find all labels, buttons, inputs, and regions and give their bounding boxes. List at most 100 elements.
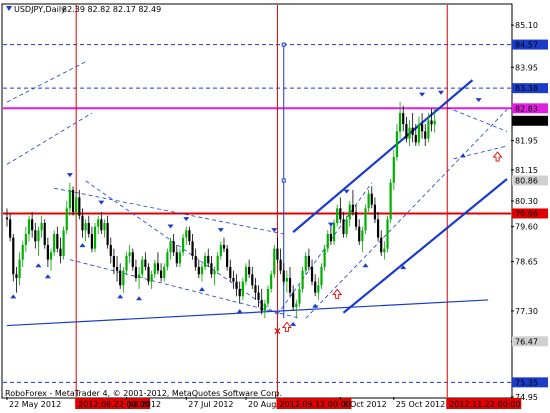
candle-body	[222, 244, 226, 249]
candle-body	[78, 197, 81, 216]
candle-body	[424, 131, 427, 139]
candle-body	[122, 270, 125, 286]
y-tick-label: 80.30	[515, 197, 538, 206]
candle-body	[125, 255, 128, 271]
candle-body	[263, 303, 266, 311]
candle-body	[248, 266, 251, 275]
candle-body	[358, 226, 361, 242]
candle-body	[304, 255, 307, 271]
candle-body	[235, 281, 238, 289]
chart-background	[0, 0, 550, 413]
candle-body	[320, 266, 323, 286]
candle-body	[37, 230, 40, 242]
candle-body	[427, 120, 430, 139]
candle-body	[128, 252, 131, 256]
candle-body	[398, 113, 402, 132]
candle-body	[317, 285, 320, 293]
price-label: 76.47	[515, 337, 538, 346]
candle-body	[109, 244, 112, 256]
candle-body	[229, 266, 232, 278]
candle-body	[188, 230, 191, 242]
candle-body	[68, 190, 71, 209]
candle-body	[207, 255, 210, 264]
candle-body	[194, 255, 197, 267]
y-tick-label: 77.30	[515, 307, 538, 316]
candle-body	[147, 266, 150, 282]
candle-body	[364, 208, 367, 231]
candle-body	[141, 259, 144, 275]
candle-body	[119, 270, 122, 286]
candle-body	[266, 288, 270, 304]
y-tick-label: 81.95	[515, 137, 538, 146]
candle-body	[144, 259, 147, 267]
candle-body	[46, 244, 49, 260]
candle-body	[345, 219, 348, 234]
y-tick-label: 85.10	[515, 21, 538, 30]
candle-body	[21, 244, 24, 260]
candle-body	[178, 252, 182, 264]
candle-body	[417, 124, 421, 143]
y-tick-label: 81.15	[515, 166, 538, 175]
candle-body	[354, 211, 358, 227]
candle-body	[226, 248, 229, 267]
candle-body	[351, 204, 355, 212]
candle-body	[71, 190, 75, 212]
candle-body	[395, 131, 399, 158]
candle-body	[326, 233, 329, 249]
x-tick-label: 3 Oct 2012	[342, 400, 386, 409]
candle-body	[27, 219, 31, 234]
candle-body	[219, 244, 222, 256]
candle-body	[336, 208, 339, 223]
candle-body	[191, 241, 194, 256]
candle-body	[156, 263, 160, 271]
candle-body	[254, 285, 257, 293]
candle-body	[251, 274, 254, 286]
candle-body	[65, 208, 68, 231]
candle-body	[81, 215, 84, 231]
candle-body	[389, 182, 392, 220]
candle-body	[238, 288, 241, 297]
candle-body	[405, 124, 408, 139]
chart-header: USDJPY,Daily 82.39 82.82 82.17 82.49	[6, 5, 161, 14]
candle-body	[169, 241, 172, 253]
candle-body	[276, 248, 279, 260]
candle-body	[59, 248, 62, 256]
candle-body	[103, 222, 106, 231]
candle-body	[62, 230, 65, 256]
candle-body	[244, 266, 248, 282]
candle-body	[420, 124, 424, 132]
time-highlight-label: 2012.09.12 00:00	[279, 400, 350, 409]
candle-body	[392, 157, 395, 183]
candle-body	[172, 241, 175, 253]
candle-body	[301, 270, 304, 289]
symbol-timeframe: USDJPY,Daily	[14, 5, 66, 14]
candle-body	[197, 266, 200, 275]
candle-body	[380, 237, 383, 253]
candle-body	[175, 252, 178, 264]
candle-body	[329, 233, 332, 242]
ohlc-readout: 82.39 82.82 82.17 82.49	[62, 5, 161, 14]
candle-body	[370, 193, 373, 205]
candle-body	[383, 248, 386, 253]
candle-body	[270, 274, 273, 289]
candle-body	[279, 259, 282, 271]
candle-body	[106, 222, 109, 245]
candle-body	[323, 248, 326, 267]
x-tick-label: 22 May 2012	[9, 400, 61, 409]
candle-body	[348, 204, 351, 220]
candle-body	[216, 255, 219, 271]
candle-body	[273, 248, 276, 275]
candle-body	[282, 270, 285, 282]
price-label: 82.83	[515, 104, 538, 113]
x-tick-label: 27 Jul 2012	[188, 400, 233, 409]
time-highlight-label: 2012.11.22 00:00	[449, 400, 520, 409]
candle-body	[115, 266, 119, 271]
candle-body	[75, 197, 78, 212]
candle-body	[260, 299, 263, 311]
candle-body	[90, 233, 94, 249]
candle-body	[93, 226, 97, 249]
price-label: 84.57	[515, 41, 538, 50]
candle-body	[166, 252, 169, 267]
target-segment-top-handle	[281, 42, 286, 47]
target-segment-mid-handle	[281, 178, 286, 183]
